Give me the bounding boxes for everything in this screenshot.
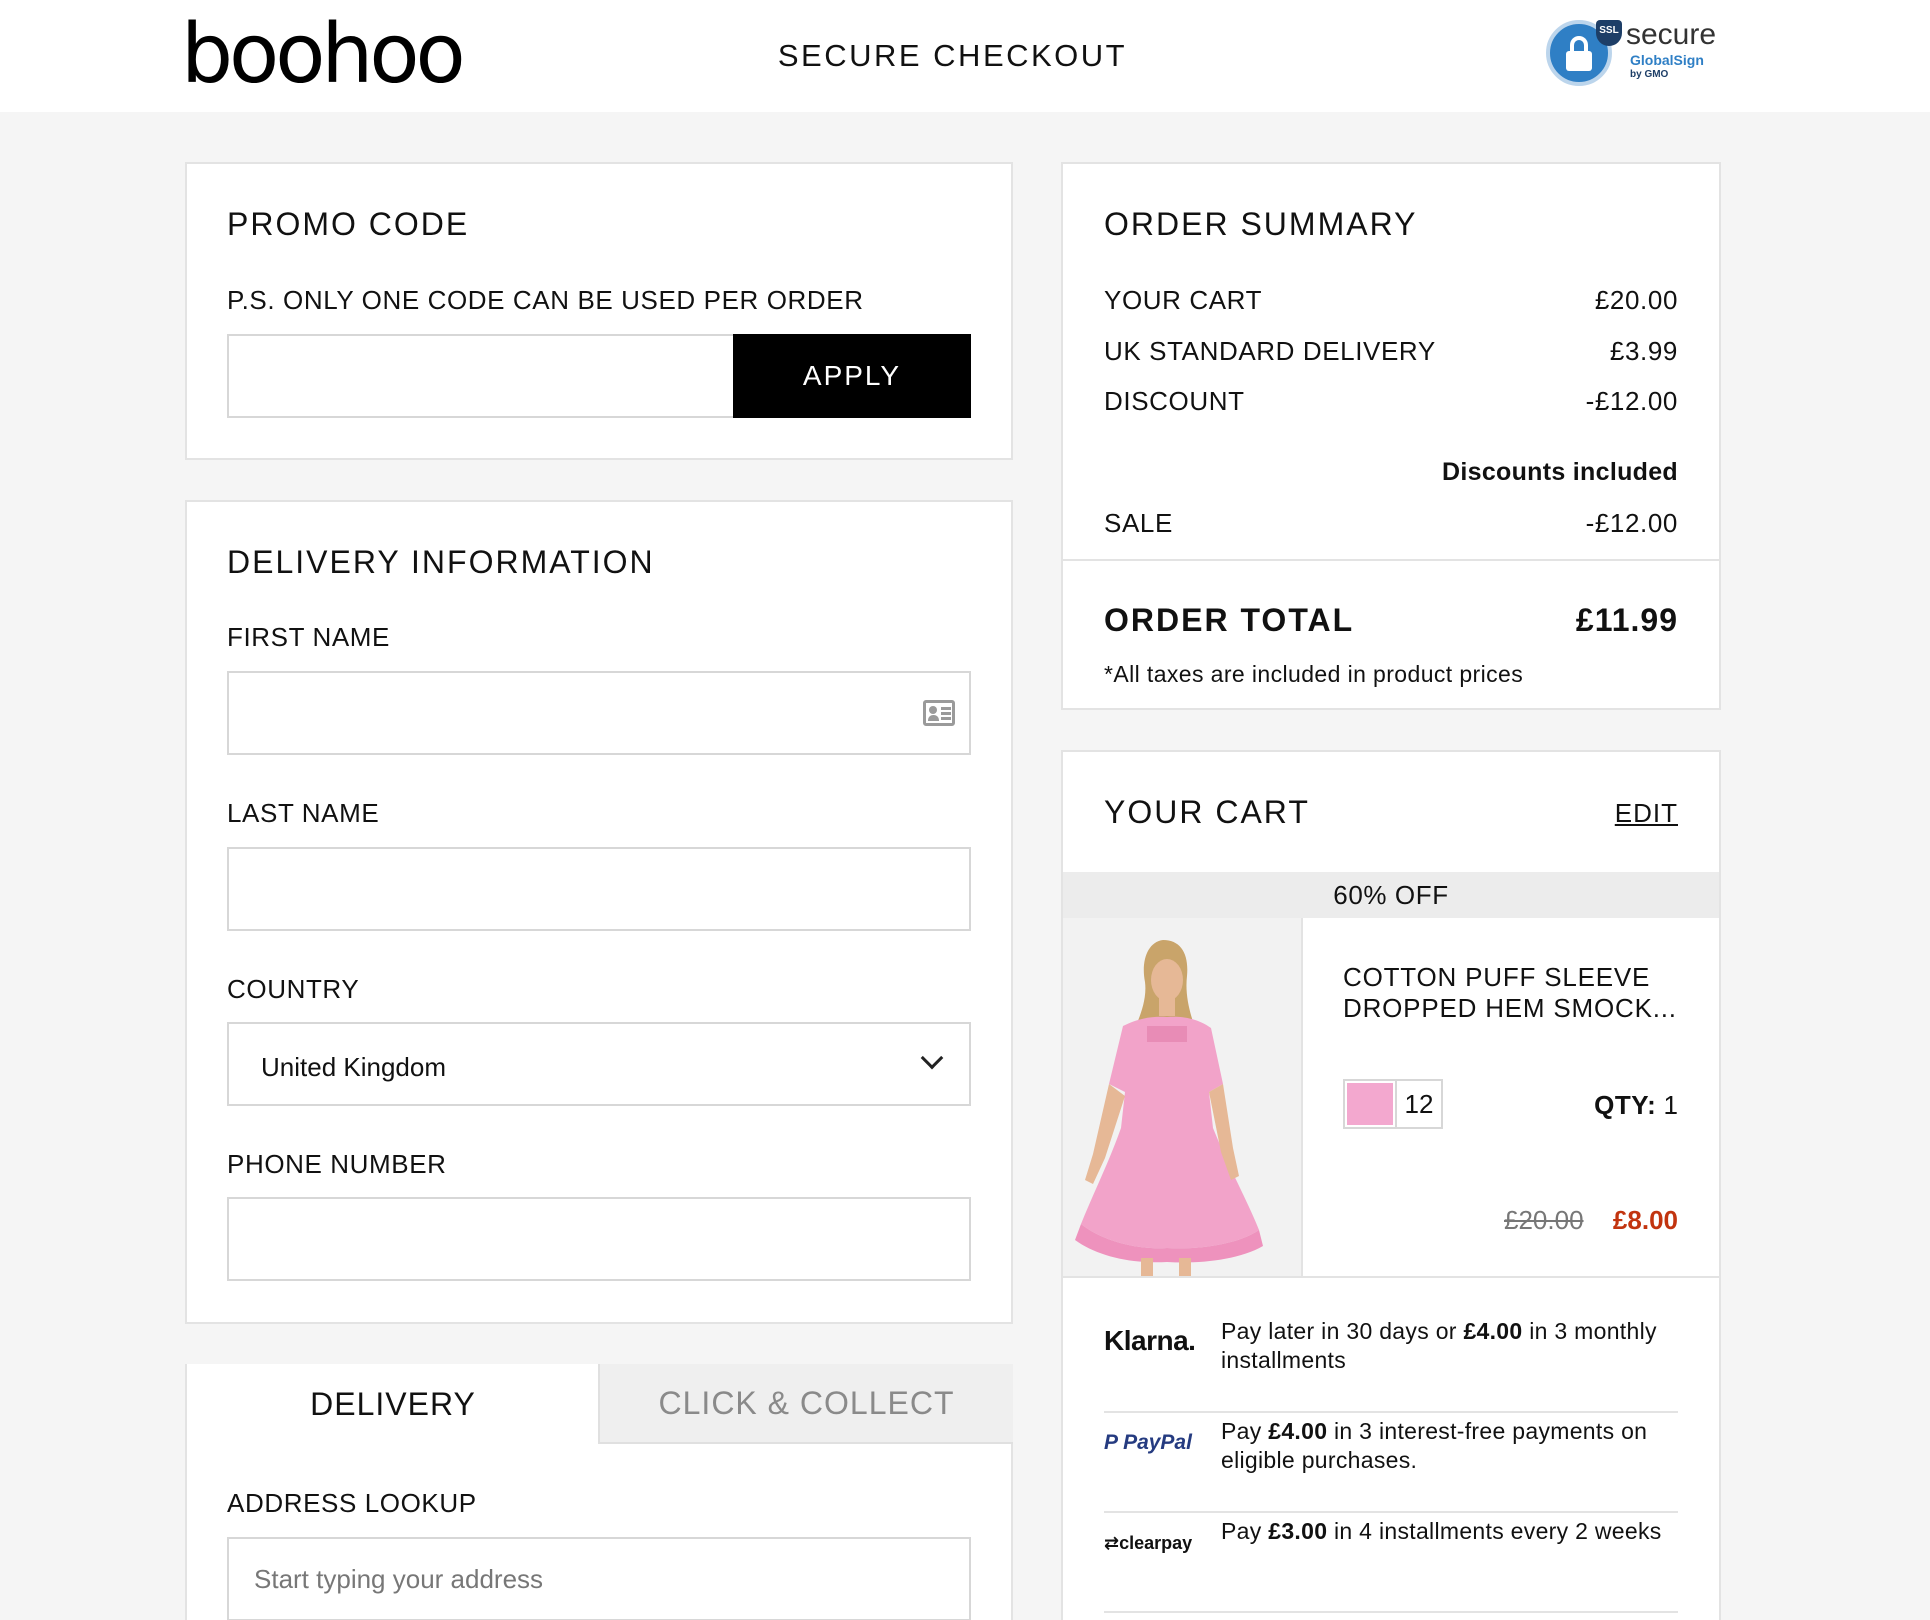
color-swatch xyxy=(1347,1083,1393,1125)
tax-note: *All taxes are included in product price… xyxy=(1104,661,1524,687)
paypal-p-icon: P xyxy=(1104,1431,1124,1454)
cart-divider xyxy=(1063,1276,1719,1278)
summary-divider xyxy=(1061,559,1721,561)
klarna-logo: Klarna. xyxy=(1104,1325,1196,1356)
klarna-text: Pay later in 30 days or £4.00 in 3 month… xyxy=(1221,1318,1657,1373)
paypal-text: Pay £4.00 in 3 interest-free payments on… xyxy=(1221,1418,1648,1473)
promo-code-title: PROMO CODE xyxy=(227,206,470,242)
order-total-value: £11.99 xyxy=(1575,602,1678,638)
seal-secure-text: secure xyxy=(1626,18,1717,51)
klarna-option: Klarna. Pay later in 30 days or £4.00 in… xyxy=(1104,1313,1678,1413)
order-summary-title: ORDER SUMMARY xyxy=(1104,206,1418,242)
offer-badge: 60% OFF xyxy=(1063,872,1719,918)
apply-promo-button[interactable]: APPLY xyxy=(733,334,971,418)
country-select-value: United Kingdom xyxy=(261,1052,446,1082)
clearpay-arrows-icon: ⇄ xyxy=(1104,1533,1120,1553)
country-label: COUNTRY xyxy=(227,974,360,1004)
sale-discount-label: SALE xyxy=(1104,508,1173,538)
product-name[interactable]: COTTON PUFF SLEEVE DROPPED HEM SMOCK... xyxy=(1343,962,1693,1024)
quantity-label: QTY: xyxy=(1594,1090,1657,1120)
address-lookup-input[interactable] xyxy=(227,1537,971,1620)
contact-card-icon[interactable] xyxy=(923,700,955,726)
sale-price: £8.00 xyxy=(1612,1205,1678,1235)
sale-discount-value: -£12.00 xyxy=(1585,508,1678,538)
clearpay-text: Pay £3.00 in 4 installments every 2 week… xyxy=(1221,1518,1662,1544)
quantity: QTY: 1 xyxy=(1594,1092,1678,1118)
tab-click-and-collect[interactable]: CLICK & COLLECT xyxy=(598,1364,1013,1444)
phone-number-input[interactable] xyxy=(227,1197,971,1281)
summary-cart-value: £20.00 xyxy=(1594,285,1678,315)
tab-delivery[interactable]: DELIVERY xyxy=(187,1364,599,1444)
seal-sub-text: by GMO xyxy=(1630,69,1669,80)
last-name-input[interactable] xyxy=(227,847,971,931)
summary-cart-label: YOUR CART xyxy=(1104,285,1263,315)
promo-code-note: P.S. ONLY ONE CODE CAN BE USED PER ORDER xyxy=(227,285,864,315)
discounts-included-heading: Discounts included xyxy=(1442,458,1678,486)
order-total-label: ORDER TOTAL xyxy=(1104,602,1355,638)
size-value: 12 xyxy=(1395,1081,1441,1127)
promo-code-input[interactable] xyxy=(227,334,735,418)
ssl-secure-seal: SSL secure GlobalSign by GMO xyxy=(1546,18,1726,88)
paypal-logo: P PayPal xyxy=(1104,1431,1192,1454)
seal-brand-text: GlobalSign xyxy=(1630,52,1704,68)
product-variant: 12 xyxy=(1343,1079,1443,1129)
site-header: boohoo SECURE CHECKOUT SSL secure Global… xyxy=(0,0,1930,112)
original-price: £20.00 xyxy=(1504,1205,1584,1235)
model-in-pink-dress-image xyxy=(1063,918,1301,1276)
edit-cart-link[interactable]: EDIT xyxy=(1615,798,1678,829)
first-name-label: FIRST NAME xyxy=(227,622,390,652)
last-name-label: LAST NAME xyxy=(227,798,380,828)
your-cart-title: YOUR CART xyxy=(1104,794,1310,830)
quantity-value: 1 xyxy=(1663,1090,1678,1120)
phone-number-label: PHONE NUMBER xyxy=(227,1149,447,1179)
delivery-information-title: DELIVERY INFORMATION xyxy=(227,544,655,580)
product-divider xyxy=(1301,918,1303,1276)
clearpay-logo: ⇄clearpay xyxy=(1104,1533,1193,1553)
paypal-option: P PayPal Pay £4.00 in 3 interest-free pa… xyxy=(1104,1413,1678,1513)
summary-delivery-label: UK STANDARD DELIVERY xyxy=(1104,336,1436,366)
address-lookup-label: ADDRESS LOOKUP xyxy=(227,1488,477,1518)
summary-discount-value: -£12.00 xyxy=(1585,386,1678,416)
first-name-input[interactable] xyxy=(227,671,971,755)
clearpay-option: ⇄clearpay Pay £3.00 in 4 installments ev… xyxy=(1104,1513,1678,1613)
summary-delivery-value: £3.99 xyxy=(1609,336,1678,366)
ssl-shield-icon: SSL xyxy=(1596,20,1622,46)
summary-discount-label: DISCOUNT xyxy=(1104,386,1245,416)
product-image[interactable] xyxy=(1063,918,1301,1276)
